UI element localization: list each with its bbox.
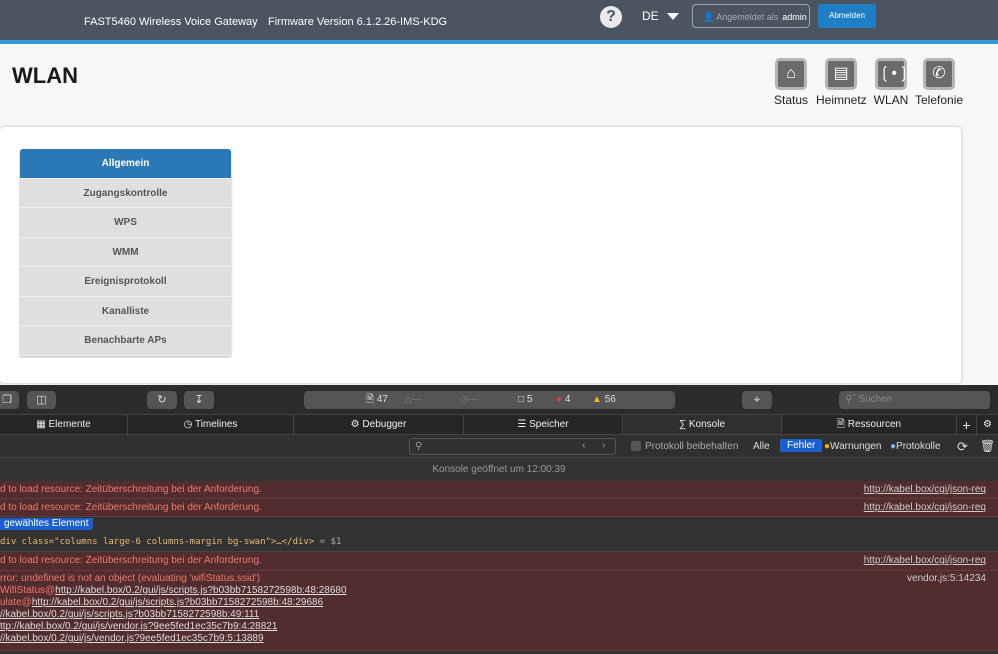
error-source-link[interactable]: http://kabel.box/cgi/json-req [864, 481, 986, 498]
tab-konsole[interactable]: ∑ Konsole [623, 415, 782, 434]
tab-ressourcen[interactable]: 🗎 Ressourcen [782, 415, 957, 434]
devtools-tabs: ▦ Elemente ◷ Timelines ⚙ Debugger ☰ Spei… [0, 415, 998, 435]
dock-icon[interactable]: ❐ [0, 391, 19, 409]
page-title: WLAN [12, 63, 78, 88]
clear-console-icon[interactable]: 🗑 [980, 439, 995, 453]
console-opened-message: Konsole geöffnet um 12:00:39 [432, 464, 566, 475]
tab-speicher[interactable]: ☰ Speicher [464, 415, 623, 434]
chevron-down-icon [666, 13, 679, 21]
inspect-target-icon[interactable]: ⌖ [742, 391, 772, 409]
nav-label: WLAN [873, 93, 909, 107]
stack-frame[interactable]: WifiStatus@http://kabel.box/0.2/gui/js/s… [0, 585, 998, 597]
menu-item-wmm[interactable]: WMM [20, 237, 231, 267]
error-source-link[interactable]: http://kabel.box/cgi/json-req [864, 552, 986, 570]
devtools-toolbar: ❐ ◫ ↻ ↧ 🗎 47 △— ◷— □ 5 ● 4 ▲ 56 ⌖ ⚲ˇ Suc… [0, 385, 998, 415]
logged-in-label: Angemeldet als [716, 12, 779, 22]
menu-item-wps[interactable]: WPS [20, 208, 231, 238]
preserve-log-checkbox[interactable] [631, 441, 641, 451]
language-value: DE [642, 9, 659, 23]
firmware-version: Firmware Version 6.1.2.26-IMS-KDG [268, 16, 448, 28]
search-icon: ⚲ [415, 441, 423, 452]
nav-label: Heimnetz [816, 93, 867, 107]
errors-count: ● 4 [556, 394, 571, 405]
selected-element-badge: gewähltes Element [0, 518, 93, 530]
logs-count: □ 5 [518, 394, 533, 405]
user-icon: 👤 [703, 12, 715, 22]
language-select[interactable]: DE [642, 9, 679, 23]
home-icon: ⌂ [775, 58, 807, 90]
bell-icon: △ [404, 394, 412, 405]
user-display: 👤 Angemeldet als admin [692, 4, 810, 28]
reload-console-icon[interactable]: ⟳ [957, 439, 968, 455]
nav-status[interactable]: ⌂ Status [774, 58, 808, 107]
warning-icon: ▲ [592, 394, 602, 405]
menu-item-zugangskontrolle[interactable]: Zugangskontrolle [20, 178, 231, 208]
console-error-row: d to load resource: Zeitüberschreitung b… [0, 552, 998, 571]
help-icon[interactable]: ? [600, 6, 622, 28]
search-icon: ⚲ˇ [845, 394, 856, 405]
username: admin [782, 12, 807, 22]
tab-debugger[interactable]: ⚙ Debugger [294, 415, 464, 434]
wlan-submenu: Allgemein Zugangskontrolle WPS WMM Ereig… [20, 149, 231, 356]
nav-telefonie[interactable]: ✆ Telefonie [915, 58, 963, 107]
logout-button[interactable]: Abmelden [818, 4, 876, 28]
download-icon[interactable]: ↧ [184, 391, 214, 409]
tab-timelines[interactable]: ◷ Timelines [128, 415, 294, 434]
next-icon[interactable]: › [602, 440, 605, 451]
devtools-panel: ❐ ◫ ↻ ↧ 🗎 47 △— ◷— □ 5 ● 4 ▲ 56 ⌖ ⚲ˇ Suc… [0, 385, 998, 654]
filter-warnings[interactable]: ●Warnungen [824, 441, 881, 452]
header-stripe [0, 40, 998, 44]
console-error-row: d to load resource: Zeitüberschreitung b… [0, 499, 998, 517]
settings-icon[interactable]: ⚙ [977, 415, 998, 434]
reload-icon[interactable]: ↻ [147, 391, 177, 409]
menu-item-benachbarte-aps[interactable]: Benachbarte APs [20, 326, 231, 356]
filter-errors[interactable]: Fehler [780, 439, 823, 452]
preserve-log-label: Protokoll beibehalten [645, 441, 739, 452]
menu-item-allgemein[interactable]: Allgemein [20, 149, 231, 179]
router-icon: ▤ [825, 58, 857, 90]
device-name: FAST5460 Wireless Voice Gateway [84, 16, 258, 28]
resources-count: 🗎 47 [366, 394, 388, 405]
console-error-row: d to load resource: Zeitüberschreitung b… [0, 481, 998, 499]
nav-label: Telefonie [915, 93, 964, 107]
nav-label: Status [774, 93, 809, 107]
filter-input[interactable]: ⚲ ‹ › [409, 438, 616, 455]
nav-wlan[interactable]: ❲•❳ WLAN [873, 58, 910, 107]
add-tab-icon[interactable]: + [957, 415, 977, 434]
menu-item-ereignisprotokoll[interactable]: Ereignisprotokoll [20, 267, 231, 297]
console-filter-bar: ⚲ ‹ › Protokoll beibehalten Alle Fehler ●W… [0, 435, 998, 458]
console-type-error: rror: undefined is not an object (evalua… [0, 571, 998, 651]
stack-frame[interactable]: //kabel.box/0.2/gui/js/vendor.js?9ee5fed… [0, 633, 998, 645]
search-input[interactable]: ⚲ˇ Suchen [839, 391, 990, 409]
selected-element-row: gewähltes Element [0, 518, 998, 532]
document-icon: 🗎 [366, 394, 375, 405]
menu-item-kanalliste[interactable]: Kanalliste [20, 296, 231, 326]
selected-element-html[interactable]: div class="columns large-6 columns-margi… [0, 534, 998, 552]
nav-heimnetz[interactable]: ▤ Heimnetz [816, 58, 867, 107]
warnings-count: ▲ 56 [592, 394, 616, 405]
split-view-icon[interactable]: ◫ [27, 391, 56, 409]
time-count: ◷— [460, 394, 479, 405]
message-icon: □ [518, 394, 525, 405]
stack-frame[interactable]: //kabel.box/0.2/gui/js/scripts.js?b03bb7… [0, 609, 998, 621]
error-source[interactable]: vendor.js:5:14234 [907, 573, 986, 585]
stack-frame[interactable]: ulate@http://kabel.box/0.2/gui/js/script… [0, 597, 998, 609]
wifi-antenna-icon: ❲•❳ [875, 58, 910, 90]
prev-icon[interactable]: ‹ [582, 440, 585, 451]
error-source-link[interactable]: http://kabel.box/cgi/json-req [864, 499, 986, 516]
top-header: FAST5460 Wireless Voice Gateway Firmware… [0, 0, 998, 40]
tab-elemente[interactable]: ▦ Elemente [0, 415, 128, 434]
clock-icon: ◷ [460, 394, 469, 405]
filter-logs[interactable]: ●Protokolle [890, 441, 941, 452]
bell-count: △— [404, 394, 422, 405]
filter-all[interactable]: Alle [753, 441, 770, 452]
phone-icon: ✆ [923, 58, 955, 90]
activity-summary[interactable]: 🗎 47 △— ◷— □ 5 ● 4 ▲ 56 [304, 391, 675, 409]
error-icon: ● [556, 394, 563, 405]
stack-frame[interactable]: ttp://kabel.box/0.2/gui/js/vendor.js?9ee… [0, 621, 998, 633]
